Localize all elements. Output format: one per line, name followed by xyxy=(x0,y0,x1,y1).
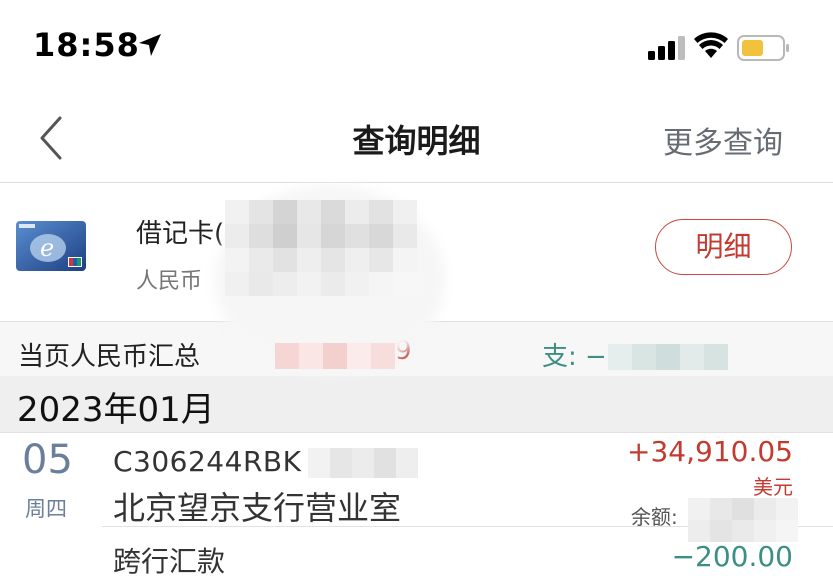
status-time: 18:58 xyxy=(33,26,140,64)
privacy-mosaic xyxy=(225,200,417,296)
transaction-day: 05 xyxy=(22,437,73,483)
more-query-link[interactable]: 更多查询 xyxy=(663,118,783,162)
transaction-branch: 北京望京支行营业室 xyxy=(113,489,402,527)
transaction-amount: −200.00 xyxy=(671,540,793,573)
location-arrow-icon xyxy=(139,34,161,56)
card-name: 借记卡( xyxy=(136,219,225,249)
transaction-amount: +34,910.05 xyxy=(627,435,793,468)
summary-expense: 支: − xyxy=(542,342,607,372)
month-label: 2023年01月 xyxy=(17,390,215,430)
wifi-icon xyxy=(694,32,728,58)
transaction-description: 跨行汇款 xyxy=(113,545,226,578)
status-bar: 18:58 xyxy=(0,0,833,90)
transaction-code: C306244RBK xyxy=(113,445,302,478)
month-header: 2023年01月 xyxy=(0,376,833,433)
battery-icon xyxy=(737,35,789,61)
privacy-mosaic xyxy=(275,343,395,369)
detail-button[interactable]: 明细 xyxy=(655,219,792,275)
cellular-signal-icon xyxy=(648,36,685,60)
privacy-mosaic xyxy=(688,498,798,542)
privacy-mosaic xyxy=(308,448,418,478)
svg-text:e: e xyxy=(40,234,54,262)
nav-bar: 查询明细 更多查询 xyxy=(0,90,833,183)
card-logo-icon: e xyxy=(16,221,86,271)
privacy-mosaic xyxy=(608,344,728,370)
summary-label: 当页人民币汇总 xyxy=(18,342,201,372)
card-currency: 人民币 xyxy=(136,269,203,294)
transaction-weekday: 周四 xyxy=(25,497,67,521)
transaction-currency: 美元 xyxy=(753,475,793,499)
